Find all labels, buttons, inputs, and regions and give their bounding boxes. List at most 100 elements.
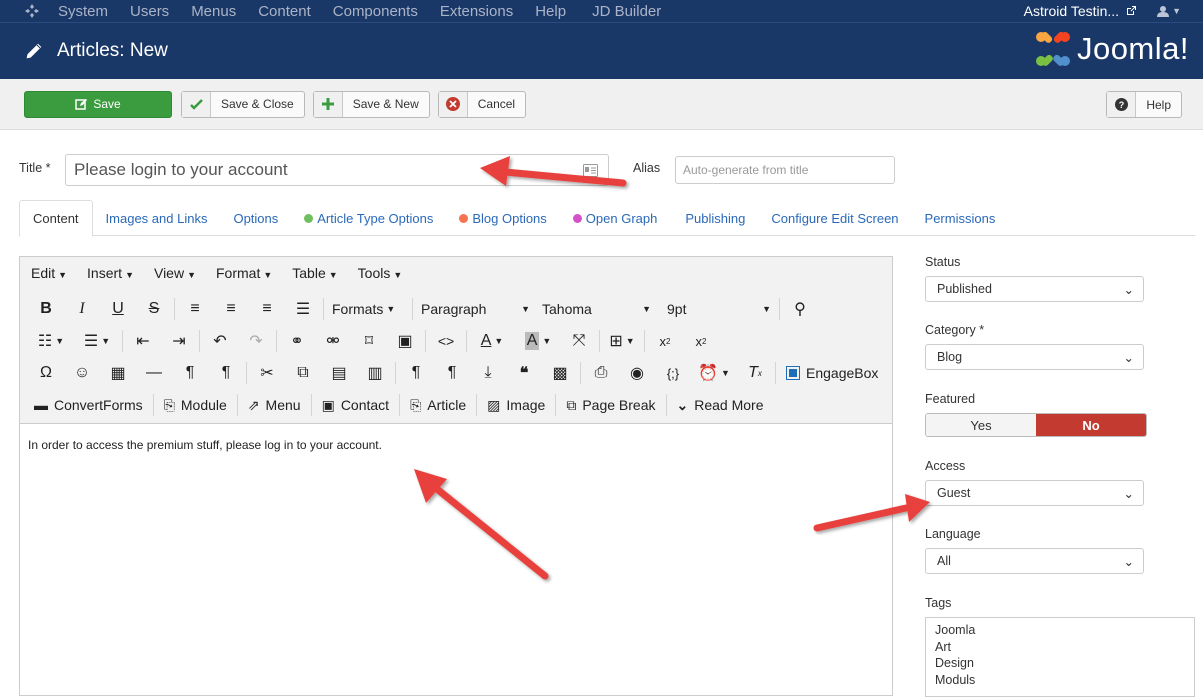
menu-view[interactable]: View ▼ xyxy=(154,265,196,281)
align-left-icon[interactable]: ≡ xyxy=(177,295,213,323)
bold-icon[interactable]: B xyxy=(28,295,64,323)
page-break-button[interactable]: ⧉ Page Break xyxy=(558,391,663,419)
paste-icon[interactable]: ▤ xyxy=(321,359,357,387)
tags-listbox[interactable]: Joomla Art Design Moduls xyxy=(925,617,1195,697)
save-new-button[interactable]: Save & New xyxy=(312,90,430,118)
image-icon[interactable]: ▣ xyxy=(387,327,423,355)
indent-icon[interactable]: ⇥ xyxy=(161,327,197,355)
menu-content[interactable]: Content xyxy=(258,3,311,20)
visual-chars-icon[interactable]: ¶ xyxy=(434,359,470,387)
clear-formatting-icon[interactable]: Tx xyxy=(737,359,773,387)
bullet-list-icon[interactable]: ☷ ▼ xyxy=(28,327,74,355)
underline-icon[interactable]: U xyxy=(100,295,136,323)
tab-article-type-options[interactable]: Article Type Options xyxy=(291,200,446,236)
featured-yes-option[interactable]: Yes xyxy=(926,414,1036,436)
title-input[interactable]: Please login to your account xyxy=(65,154,609,186)
unlink-icon[interactable]: ⚮ xyxy=(315,327,351,355)
status-select[interactable]: Published ⌄ xyxy=(925,276,1144,302)
formats-dropdown[interactable]: Formats ▼ xyxy=(326,295,410,323)
engagebox-button[interactable]: EngageBox xyxy=(778,359,886,387)
special-char-icon[interactable]: Ω xyxy=(28,359,64,387)
superscript-icon[interactable]: x2 xyxy=(683,327,719,355)
media-icon[interactable]: ▦ xyxy=(100,359,136,387)
align-justify-icon[interactable]: ☰ xyxy=(285,295,321,323)
ltr-icon[interactable]: ¶ xyxy=(172,359,208,387)
menu-help[interactable]: Help xyxy=(535,3,566,20)
tag-option[interactable]: Art xyxy=(935,639,1185,656)
strikethrough-icon[interactable]: S xyxy=(136,295,172,323)
tab-open-graph[interactable]: Open Graph xyxy=(560,200,671,236)
user-menu[interactable]: ▼ xyxy=(1157,5,1181,17)
horizontal-rule-icon[interactable]: — xyxy=(136,359,172,387)
language-select[interactable]: All ⌄ xyxy=(925,548,1144,574)
tab-publishing[interactable]: Publishing xyxy=(670,200,758,236)
article-button[interactable]: ⎘ Article xyxy=(402,391,474,419)
insert-datetime-icon[interactable]: ⏰ ▼ xyxy=(691,359,737,387)
contact-button[interactable]: ▣ Contact xyxy=(314,391,397,419)
menu-table[interactable]: Table ▼ xyxy=(292,265,337,281)
menu-button[interactable]: ⇗ Menu xyxy=(240,391,309,419)
italic-icon[interactable]: I xyxy=(64,295,100,323)
rtl-icon[interactable]: ¶ xyxy=(208,359,244,387)
alias-input[interactable]: Auto-generate from title xyxy=(675,156,895,184)
menu-menus[interactable]: Menus xyxy=(191,3,236,20)
nonbreaking-icon[interactable]: ⤓ xyxy=(470,359,506,387)
outdent-icon[interactable]: ⇤ xyxy=(125,327,161,355)
tab-options[interactable]: Options xyxy=(220,200,291,236)
cancel-button[interactable]: Cancel xyxy=(437,90,527,118)
show-blocks-icon[interactable]: ¶ xyxy=(398,359,434,387)
template-icon[interactable]: ▩ xyxy=(542,359,578,387)
save-close-button[interactable]: Save & Close xyxy=(181,90,305,118)
numbered-list-icon[interactable]: ☰ ▼ xyxy=(74,327,120,355)
menu-components[interactable]: Components xyxy=(333,3,418,20)
menu-users[interactable]: Users xyxy=(130,3,169,20)
align-center-icon[interactable]: ≡ xyxy=(213,295,249,323)
bookmark-icon[interactable]: ⌑ xyxy=(351,327,387,355)
binoculars-icon[interactable]: ⚲ xyxy=(782,295,818,323)
convertforms-button[interactable]: ▬ ConvertForms xyxy=(26,391,151,419)
copy-icon[interactable]: ⧉ xyxy=(285,359,321,387)
print-icon[interactable]: ⎙ xyxy=(583,359,619,387)
preview-icon[interactable]: ◉ xyxy=(619,359,655,387)
tab-permissions[interactable]: Permissions xyxy=(912,200,1009,236)
module-button[interactable]: ⎘ Module xyxy=(156,391,235,419)
help-button[interactable]: ? Help xyxy=(1106,91,1182,118)
tag-option[interactable]: Moduls xyxy=(935,672,1185,689)
category-select[interactable]: Blog ⌄ xyxy=(925,344,1144,370)
site-name-link[interactable]: Astroid Testin... xyxy=(1024,3,1119,19)
blockquote-icon[interactable]: ❝ xyxy=(506,359,542,387)
image-button[interactable]: ▨ Image xyxy=(479,391,553,419)
subscript-icon[interactable]: x2 xyxy=(647,327,683,355)
menu-insert[interactable]: Insert ▼ xyxy=(87,265,134,281)
code-sample-icon[interactable]: {;} xyxy=(655,359,691,387)
tag-option[interactable]: Joomla xyxy=(935,622,1185,639)
link-icon[interactable]: ⚭ xyxy=(279,327,315,355)
block-format-dropdown[interactable]: Paragraph ▼ xyxy=(415,295,536,323)
code-icon[interactable]: <> xyxy=(428,327,464,355)
menu-system[interactable]: System xyxy=(58,3,108,20)
menu-extensions[interactable]: Extensions xyxy=(440,3,513,20)
editor-content-area[interactable]: In order to access the premium stuff, pl… xyxy=(20,424,892,466)
joomla-menu-icon[interactable] xyxy=(24,3,44,19)
menu-tools[interactable]: Tools ▼ xyxy=(358,265,403,281)
align-right-icon[interactable]: ≡ xyxy=(249,295,285,323)
featured-no-option[interactable]: No xyxy=(1036,414,1146,436)
font-family-dropdown[interactable]: Tahoma ▼ xyxy=(536,295,657,323)
fullscreen-icon[interactable]: ⤧ xyxy=(561,327,597,355)
emoticons-icon[interactable]: ☺ xyxy=(64,359,100,387)
save-button[interactable]: Save xyxy=(24,90,172,118)
tab-images-links[interactable]: Images and Links xyxy=(93,200,221,236)
read-more-button[interactable]: ⌄ Read More xyxy=(669,391,772,419)
table-icon[interactable]: ⊞ ▼ xyxy=(602,327,642,355)
redo-icon[interactable]: ↷ xyxy=(238,327,274,355)
tab-configure-edit-screen[interactable]: Configure Edit Screen xyxy=(758,200,911,236)
text-color-icon[interactable]: A ▼ xyxy=(469,327,515,355)
tab-blog-options[interactable]: Blog Options xyxy=(446,200,559,236)
background-color-icon[interactable]: A ▼ xyxy=(515,327,561,355)
menu-format[interactable]: Format ▼ xyxy=(216,265,272,281)
font-size-dropdown[interactable]: 9pt ▼ xyxy=(661,295,777,323)
undo-icon[interactable]: ↶ xyxy=(202,327,238,355)
tag-option[interactable]: Design xyxy=(935,655,1185,672)
tab-content[interactable]: Content xyxy=(19,200,93,237)
menu-jd-builder[interactable]: JD Builder xyxy=(592,3,661,20)
